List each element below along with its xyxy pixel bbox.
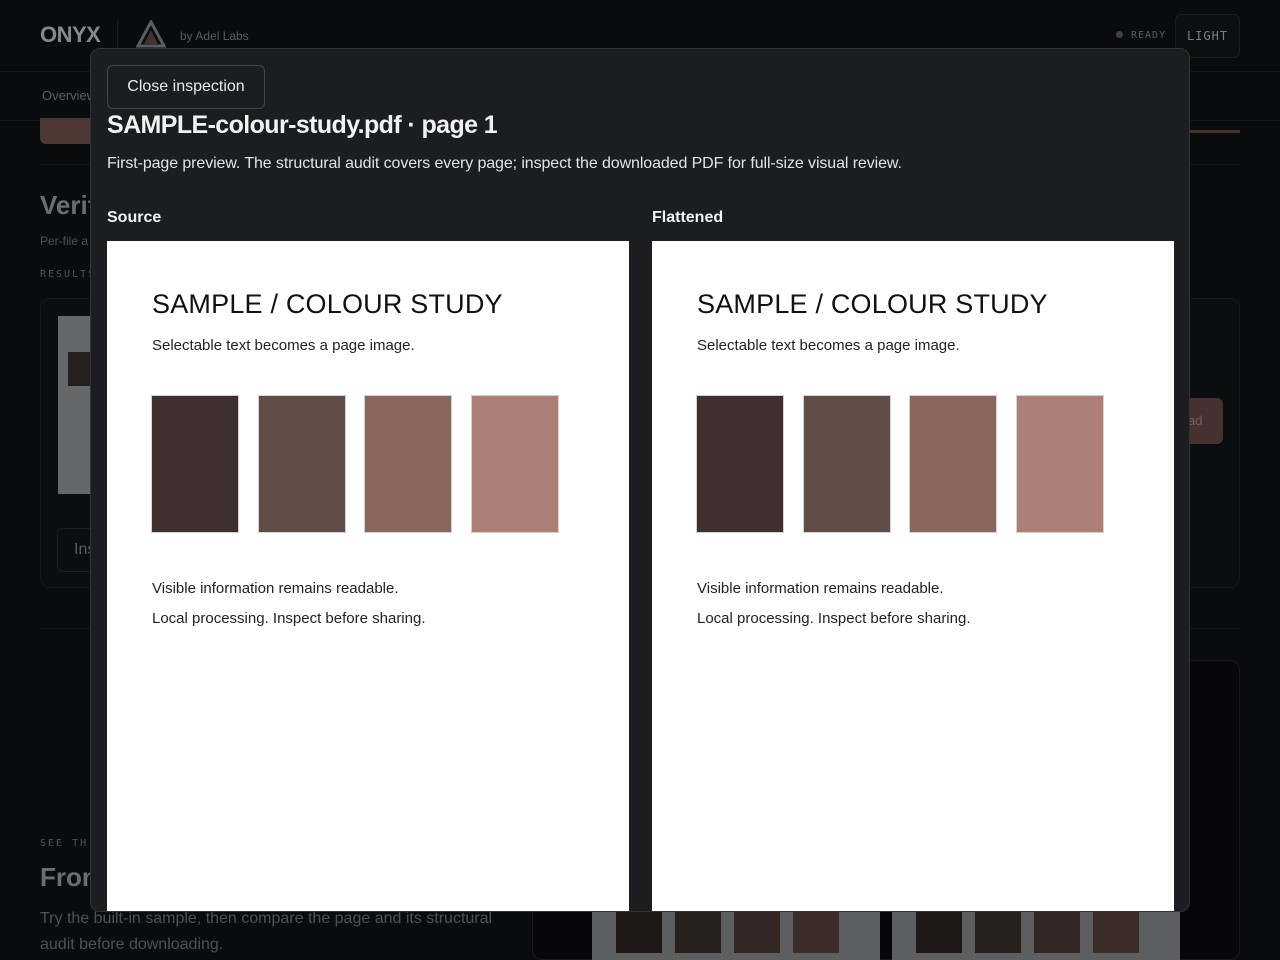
colour-swatch — [696, 395, 784, 533]
page-subtitle: Selectable text becomes a page image. — [697, 337, 960, 354]
source-label: Source — [107, 209, 162, 226]
flattened-label: Flattened — [652, 209, 724, 226]
colour-swatch — [803, 395, 891, 533]
page-text-line: Visible information remains readable. — [697, 580, 944, 597]
page-text-line: Local processing. Inspect before sharing… — [152, 610, 426, 627]
page-subtitle: Selectable text becomes a page image. — [152, 337, 415, 354]
inspection-dialog: Close inspection SAMPLE-colour-study.pdf… — [90, 48, 1190, 912]
flattened-page-preview: SAMPLE / COLOUR STUDY Selectable text be… — [652, 241, 1174, 911]
source-page-preview: SAMPLE / COLOUR STUDY Selectable text be… — [107, 241, 629, 911]
page-title: SAMPLE / COLOUR STUDY — [152, 289, 503, 319]
colour-swatch — [151, 395, 239, 533]
page-text-line: Visible information remains readable. — [152, 580, 399, 597]
colour-swatch — [909, 395, 997, 533]
colour-swatch — [471, 395, 559, 533]
app-root: ONYX by Adel Labs READY LIGHT Overview V… — [0, 0, 1280, 960]
colour-swatch — [1016, 395, 1104, 533]
dialog-title: SAMPLE-colour-study.pdf · page 1 — [107, 111, 498, 139]
dialog-description: First-page preview. The structural audit… — [107, 155, 902, 172]
colour-swatch — [258, 395, 346, 533]
close-inspection-button[interactable]: Close inspection — [107, 65, 265, 109]
page-text-line: Local processing. Inspect before sharing… — [697, 610, 971, 627]
page-title: SAMPLE / COLOUR STUDY — [697, 289, 1048, 319]
colour-swatch — [364, 395, 452, 533]
